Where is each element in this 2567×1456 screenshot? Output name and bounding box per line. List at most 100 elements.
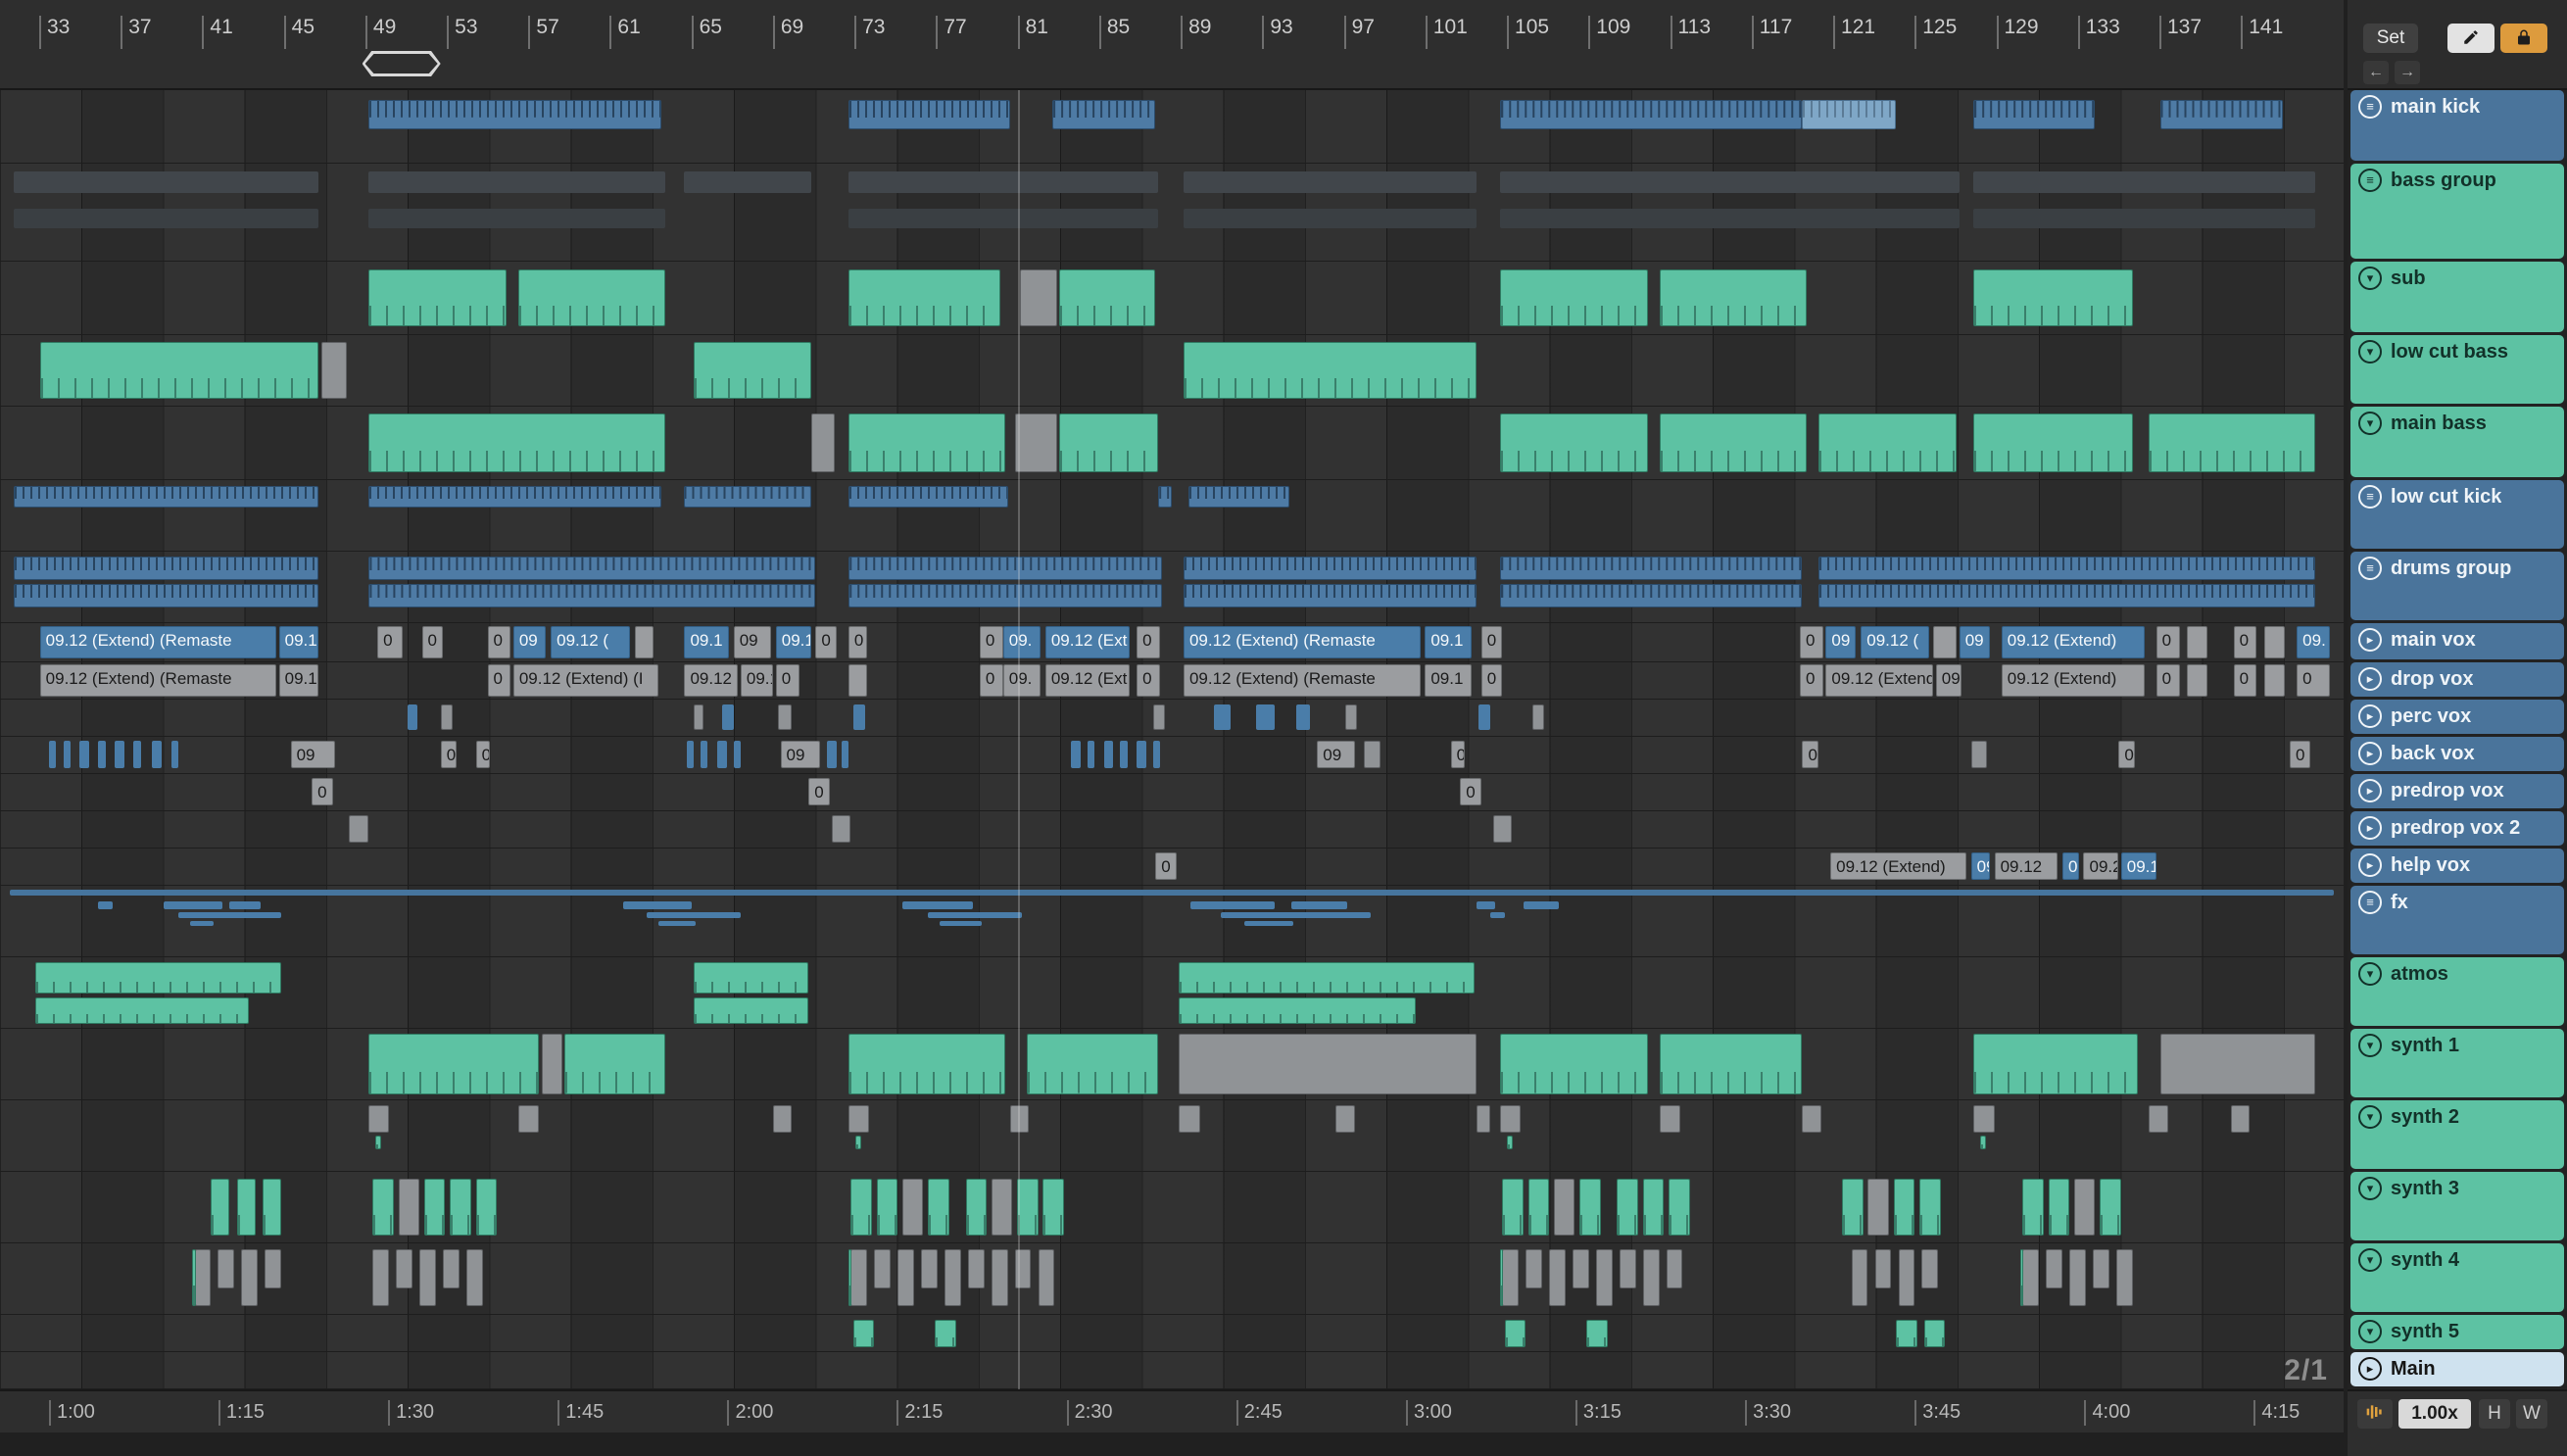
track-header-synth-4[interactable]: ▾ synth 4 [2350, 1243, 2564, 1312]
clip[interactable]: 0 [2289, 741, 2311, 768]
clip[interactable] [1499, 269, 1648, 326]
track-lane-predrop-vox-2[interactable] [0, 811, 2344, 849]
clip[interactable] [1179, 962, 1475, 994]
clip[interactable] [1526, 1249, 1542, 1288]
track-lane-perc-vox[interactable] [0, 700, 2344, 737]
clip[interactable] [721, 704, 734, 730]
clip[interactable] [1818, 413, 1958, 472]
group-icon[interactable]: ≡ [2358, 169, 2382, 192]
clip[interactable] [372, 1179, 394, 1236]
play-icon[interactable]: ▸ [2358, 704, 2382, 728]
track-lane-drop-vox[interactable]: 09.12 (Extend) (Remaste 09.1 0 09.12 (Exten… [0, 662, 2344, 700]
clip[interactable]: 09.1 [1425, 626, 1473, 658]
clip[interactable] [367, 1034, 540, 1094]
track-header-predrop-vox[interactable]: ▸ predrop vox [2350, 774, 2564, 808]
track-lane-low-cut-kick[interactable] [0, 480, 2344, 552]
clip[interactable]: 0 [2155, 626, 2180, 658]
clip[interactable] [778, 704, 793, 730]
clip[interactable] [850, 1179, 872, 1236]
clip[interactable] [1659, 269, 1808, 326]
track-lane-low-cut-bass[interactable] [0, 335, 2344, 407]
clip[interactable]: 0 [2233, 626, 2257, 658]
clip[interactable]: 0 [1800, 626, 1823, 658]
clip[interactable] [1290, 901, 1348, 909]
clip[interactable]: 0 [1480, 664, 1503, 697]
clip[interactable] [848, 413, 1006, 472]
clip[interactable]: 0 [815, 626, 837, 658]
clip[interactable] [1499, 1034, 1648, 1094]
clip[interactable] [229, 901, 261, 909]
clip[interactable] [1157, 486, 1172, 508]
clip[interactable] [2186, 626, 2208, 658]
clip[interactable] [236, 1179, 256, 1236]
clip[interactable]: 09.2 [2083, 852, 2119, 880]
clip[interactable]: 0 [421, 626, 444, 658]
clip[interactable] [2149, 413, 2316, 472]
clip[interactable] [1364, 741, 1380, 768]
track-header-fx[interactable]: ≡ fx [2350, 886, 2564, 954]
clip[interactable] [1103, 741, 1114, 768]
track-header-synth-5[interactable]: ▾ synth 5 [2350, 1315, 2564, 1349]
clip[interactable]: 09.12 (Extend) (I [512, 664, 659, 697]
clip[interactable]: 0 [377, 626, 404, 658]
clip[interactable] [1476, 901, 1496, 909]
clip[interactable]: 0 [2297, 664, 2330, 697]
loop-brace[interactable] [362, 51, 441, 76]
clip[interactable] [1973, 413, 2133, 472]
clip[interactable]: 0 [312, 778, 333, 805]
clip[interactable] [1532, 704, 1545, 730]
clip[interactable] [686, 741, 695, 768]
clip[interactable] [832, 815, 851, 843]
clip[interactable]: 0 [1155, 852, 1177, 880]
clip[interactable] [1579, 1179, 1601, 1236]
clip[interactable] [841, 741, 848, 768]
clip[interactable] [9, 890, 2335, 896]
clip[interactable] [773, 1105, 793, 1133]
clip[interactable] [1553, 1179, 1575, 1236]
play-icon[interactable]: ▸ [2358, 816, 2382, 840]
clip[interactable] [658, 921, 697, 926]
clip[interactable] [1071, 741, 1081, 768]
clip[interactable] [2263, 626, 2286, 658]
track-header-perc-vox[interactable]: ▸ perc vox [2350, 700, 2564, 734]
clip[interactable] [450, 1179, 471, 1236]
clip[interactable] [98, 901, 113, 909]
zoom-width-button[interactable]: W [2516, 1399, 2547, 1429]
fold-icon[interactable]: ▾ [2358, 340, 2382, 364]
track-header-main-vox[interactable]: ▸ main vox [2350, 623, 2564, 659]
clip[interactable] [367, 557, 816, 580]
clip[interactable] [852, 1320, 875, 1347]
clip[interactable] [1549, 1249, 1566, 1306]
track-lane-synth-3[interactable] [0, 1172, 2344, 1243]
clip[interactable] [701, 741, 708, 768]
clip[interactable]: 0 [848, 626, 868, 658]
clip[interactable]: 09 [780, 741, 821, 768]
set-button[interactable]: Set [2363, 24, 2418, 53]
track-header-help-vox[interactable]: ▸ help vox [2350, 849, 2564, 883]
clip[interactable] [1921, 1249, 1939, 1288]
clip[interactable]: 09 [290, 741, 336, 768]
clip[interactable] [944, 1249, 961, 1306]
track-header-atmos[interactable]: ▾ atmos [2350, 957, 2564, 1026]
clip[interactable]: 09.1 [278, 664, 319, 697]
clip[interactable] [1933, 626, 1958, 658]
clip[interactable] [1893, 1179, 1915, 1236]
play-icon[interactable]: ▸ [2358, 1357, 2382, 1381]
clip[interactable] [1642, 1249, 1660, 1306]
clip[interactable] [1009, 1105, 1030, 1133]
clip[interactable] [1867, 1179, 1889, 1236]
clip[interactable] [1818, 584, 2316, 607]
clip[interactable] [262, 1179, 282, 1236]
clip[interactable] [2022, 1249, 2040, 1306]
fold-icon[interactable]: ▾ [2358, 962, 2382, 986]
audio-zoom-button[interactable] [2357, 1399, 2393, 1429]
clip[interactable] [367, 413, 666, 472]
clip[interactable] [827, 741, 837, 768]
track-lane-sub[interactable] [0, 262, 2344, 335]
clip[interactable]: 0 [440, 741, 458, 768]
clip[interactable] [901, 901, 973, 909]
clip[interactable] [850, 1249, 868, 1306]
clip[interactable]: 09.12 (Extend) [2001, 664, 2145, 697]
clip[interactable]: 0 [1450, 741, 1465, 768]
clip[interactable] [39, 342, 319, 399]
